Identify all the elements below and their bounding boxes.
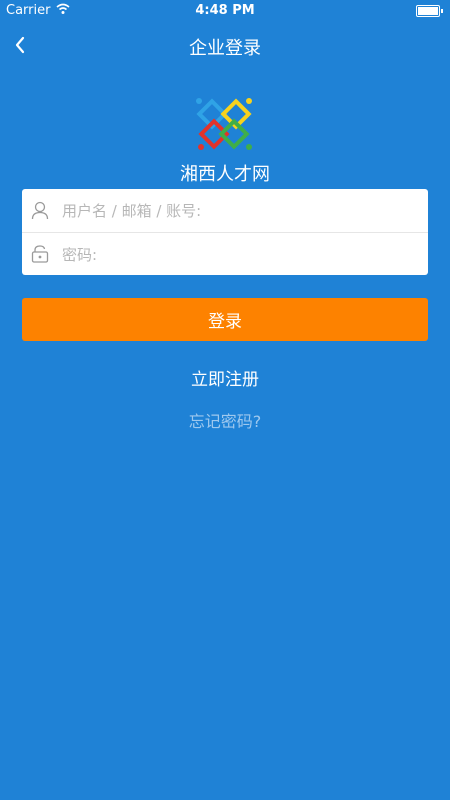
password-input[interactable] [62, 233, 418, 275]
back-button[interactable] [8, 28, 38, 60]
site-name: 湘西人才网 [180, 164, 270, 185]
user-icon [31, 201, 49, 220]
register-link[interactable]: 立即注册 [0, 365, 450, 390]
status-bar: Carrier 4:48 PM [0, 0, 450, 22]
battery-icon [416, 5, 443, 17]
login-button[interactable]: 登录 [22, 298, 428, 341]
chevron-left-icon [15, 36, 25, 54]
login-form [22, 189, 428, 275]
password-row [22, 232, 428, 275]
lock-icon [31, 245, 49, 263]
status-time: 4:48 PM [195, 3, 255, 18]
username-row [22, 189, 428, 232]
forgot-password-link[interactable]: 忘记密码? [0, 408, 450, 432]
username-input[interactable] [62, 189, 418, 232]
site-logo [196, 98, 252, 150]
page-title: 企业登录 [189, 38, 261, 59]
nav-bar: 企业登录 [0, 22, 450, 66]
